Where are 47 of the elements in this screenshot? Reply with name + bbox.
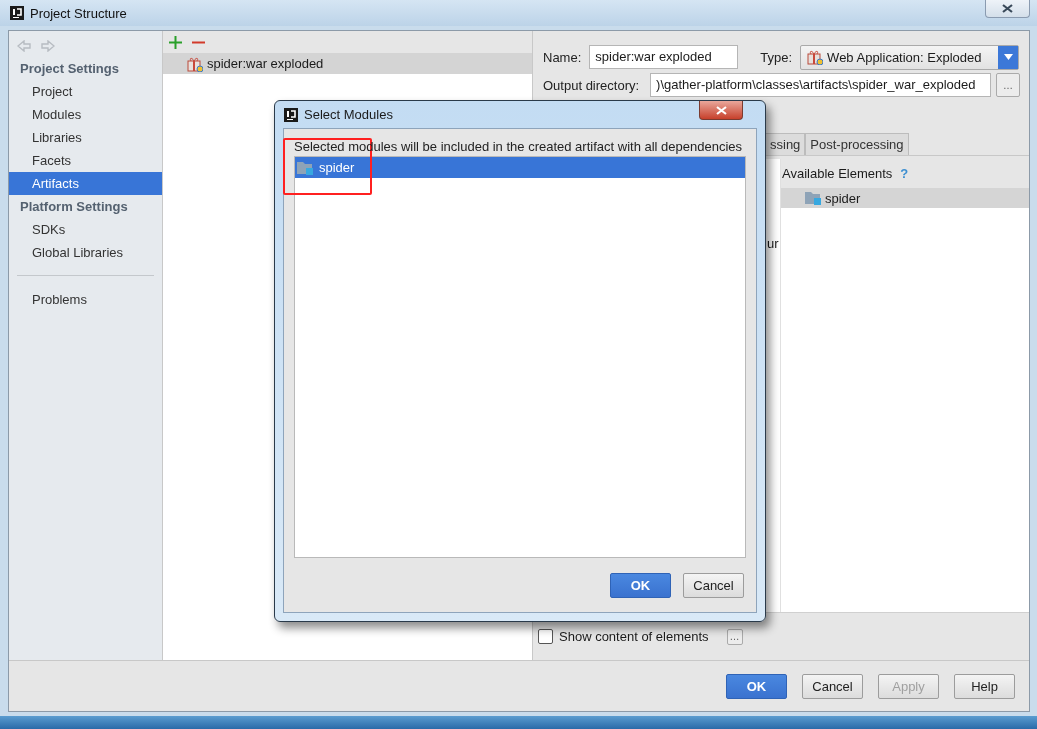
available-element-item[interactable]: spider [781,188,1029,208]
sidebar-item[interactable]: SDKs [9,218,162,241]
dialog-button[interactable]: Help [954,673,1015,699]
options-button[interactable]: … [726,628,743,645]
close-button[interactable] [699,101,743,120]
browse-button[interactable]: … [996,73,1021,97]
app-logo-icon [284,107,298,122]
folder-icon [297,160,314,175]
dialog-title: Select Modules [304,107,393,122]
close-button[interactable] [985,0,1030,18]
tab[interactable]: Post-processing [805,133,909,155]
tree-item-text: ur [767,236,779,251]
dialog-button[interactable]: Cancel [802,673,863,699]
sidebar-item[interactable]: Libraries [9,126,162,149]
type-label: Type: [760,49,793,65]
section-heading: Project Settings [19,60,120,78]
show-content-checkbox[interactable] [538,629,553,644]
artifact-item[interactable]: spider:war exploded [163,53,532,74]
dropdown-arrow-icon [1003,54,1013,60]
close-icon [715,105,727,115]
remove-icon[interactable] [192,40,205,44]
dialog-button[interactable]: Cancel [683,572,744,598]
sidebar-item[interactable]: Global Libraries [9,241,162,264]
module-item[interactable]: spider [295,157,745,178]
sidebar-item[interactable]: Problems [9,288,162,311]
sidebar-item[interactable]: Project [9,80,162,103]
dialog-button[interactable]: OK [726,673,787,699]
name-label: Name: [543,49,582,65]
close-icon [1002,4,1013,13]
section-heading: Platform Settings [19,198,129,216]
type-dropdown[interactable]: Web Application: Exploded [800,44,1020,70]
output-directory-label: Output directory: [543,77,640,93]
folder-icon [805,191,822,205]
gift-icon [187,55,203,72]
gift-icon [807,49,824,65]
add-icon[interactable] [169,35,182,49]
name-field[interactable]: spider:war exploded [589,45,739,69]
sidebar-item[interactable]: Modules [9,103,162,126]
sidebar-item[interactable]: Facets [9,149,162,172]
dialog-button[interactable]: OK [610,572,671,598]
window-title: Project Structure [30,5,128,21]
tab[interactable]: ssing [765,133,806,155]
output-directory-field[interactable]: )\gather-platform\classes\artifacts\spider_war_exploded [650,73,992,97]
show-content-label: Show content of elements [559,629,709,644]
available-elements-title: Available Elements [782,166,893,181]
sidebar-item[interactable]: Artifacts [9,172,162,195]
app-logo-icon [10,6,24,20]
